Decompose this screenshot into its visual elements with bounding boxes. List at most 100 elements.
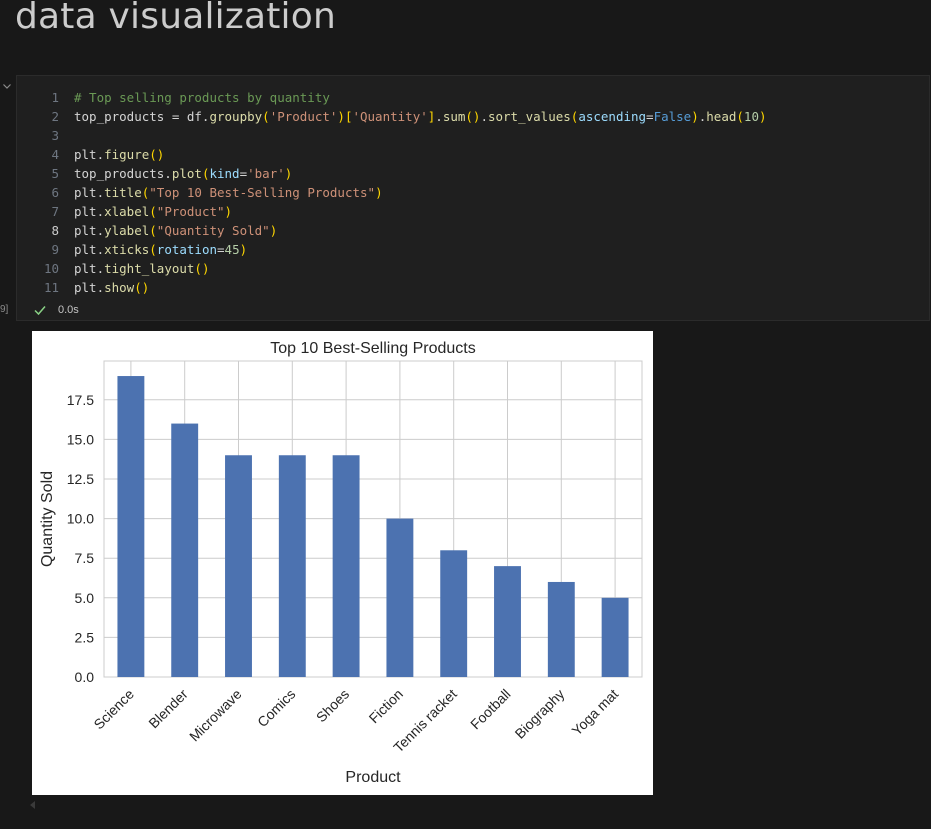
bar: [278, 455, 306, 677]
x-tick-label: Science: [90, 686, 137, 733]
line-number: 6: [51, 185, 59, 200]
code-token: plt.: [74, 261, 105, 276]
code-line[interactable]: 3: [17, 126, 929, 145]
code-line[interactable]: 7 plt.xlabel("Product"): [17, 202, 929, 221]
code-token: ): [375, 185, 383, 200]
code-token: .: [480, 109, 488, 124]
code-token: False: [653, 109, 692, 124]
bar: [117, 376, 145, 677]
bar: [332, 455, 360, 677]
x-tick-label: Biography: [512, 686, 568, 742]
code-token: (): [465, 109, 481, 124]
code-token: (: [736, 109, 744, 124]
x-tick-label: Fiction: [366, 686, 406, 726]
code-text: plt.title("Top 10 Best-Selling Products"…: [74, 183, 383, 202]
code-token: sort_values: [487, 109, 571, 124]
code-text: plt.figure(): [74, 145, 164, 164]
code-token: plt.: [74, 280, 105, 295]
code-token: (): [134, 280, 150, 295]
code-token: ): [284, 166, 293, 181]
code-token: (: [149, 223, 157, 238]
code-line[interactable]: 4 plt.figure(): [17, 145, 929, 164]
code-token: top_products = df.: [74, 109, 210, 124]
code-line[interactable]: 8 plt.ylabel("Quantity Sold"): [17, 221, 929, 240]
code-token: (: [149, 242, 157, 257]
code-line[interactable]: 5 top_products.plot(kind='bar'): [17, 164, 929, 183]
code-token: plt.: [74, 204, 105, 219]
code-token: (: [262, 109, 270, 124]
code-token: head: [706, 109, 737, 124]
code-token: xlabel: [104, 204, 150, 219]
bar: [601, 597, 629, 677]
code-line[interactable]: 6 plt.title("Top 10 Best-Selling Products…: [17, 183, 929, 202]
code-token: 'Product': [269, 109, 338, 124]
line-number: 9: [51, 242, 59, 257]
code-token: kind: [209, 166, 240, 181]
code-line[interactable]: 9 plt.xticks(rotation=45): [17, 240, 929, 259]
y-tick-label: 12.5: [67, 471, 94, 487]
code-text: # Top selling products by quantity: [74, 88, 330, 107]
code-token: ascending: [578, 109, 647, 124]
code-text: plt.xticks(rotation=45): [74, 240, 247, 259]
code-token: groupby: [209, 109, 263, 124]
line-number: 7: [51, 204, 59, 219]
code-token: ylabel: [104, 223, 150, 238]
code-token: ): [269, 223, 278, 238]
execution-time: 0.0s: [58, 304, 79, 316]
x-tick-label: Shoes: [313, 686, 352, 725]
triangle-left-icon[interactable]: [28, 800, 38, 810]
code-text: plt.show(): [74, 278, 149, 297]
code-line[interactable]: 2 top_products = df.groupby('Product')['Q…: [17, 107, 929, 126]
bar-chart: 0.0 2.5 5.0 7.5 10.0 12.5 15.0 17.5 Science Blend…: [39, 340, 643, 786]
code-cell-editor[interactable]: 1 # Top selling products by quantity 2 top_…: [16, 75, 930, 321]
code-token: 'Quantity': [352, 109, 428, 124]
execution-count: 9]: [0, 304, 9, 315]
check-icon: [34, 306, 46, 316]
markdown-heading: data visualization: [15, 0, 336, 37]
y-tick-label: 2.5: [75, 629, 95, 645]
x-tick-label: Football: [467, 686, 514, 733]
chevron-down-icon[interactable]: [1, 80, 13, 92]
code-token: sum: [442, 109, 466, 124]
code-text: top_products.plot(kind='bar'): [74, 164, 292, 183]
code-text: plt.xlabel("Product"): [74, 202, 232, 221]
x-tick-label: Comics: [254, 686, 298, 730]
code-token: (): [149, 147, 165, 162]
bar: [225, 455, 252, 677]
code-token: ): [758, 109, 767, 124]
y-tick-label: 7.5: [75, 550, 95, 566]
code-token: plt.: [74, 147, 105, 162]
code-text: top_products = df.groupby('Product')['Qu…: [74, 107, 767, 126]
code-token: "Top 10 Best-Selling Products": [149, 185, 376, 200]
x-tick-label: Blender: [145, 686, 191, 732]
code-token: =: [239, 166, 248, 181]
line-number: 5: [51, 166, 59, 181]
chart-output: 0.0 2.5 5.0 7.5 10.0 12.5 15.0 17.5 Science Blend…: [32, 331, 653, 795]
code-token: title: [104, 185, 142, 200]
line-number: 10: [43, 261, 59, 276]
code-token: 'bar': [247, 166, 285, 181]
code-line[interactable]: 11 plt.show(): [17, 278, 929, 297]
code-token: (: [149, 204, 157, 219]
line-number: 3: [51, 128, 59, 143]
bar: [494, 566, 521, 677]
notebook-view: data visualization 9] 1 # Top selling pro…: [0, 0, 931, 829]
y-tick-label: 17.5: [67, 392, 94, 408]
code-token: tight_layout: [104, 261, 195, 276]
code-line[interactable]: 1 # Top selling products by quantity: [17, 88, 929, 107]
line-number: 2: [51, 109, 59, 124]
code-token: =: [217, 242, 225, 257]
x-axis-label: Product: [345, 769, 401, 786]
code-token: 10: [743, 109, 759, 124]
y-tick-label: 5.0: [75, 590, 95, 606]
code-token: 45: [224, 242, 240, 257]
execution-status: 0.0s: [33, 302, 79, 318]
code-token: top_products.: [74, 166, 172, 181]
bar: [386, 518, 414, 677]
code-line[interactable]: 10 plt.tight_layout(): [17, 259, 929, 278]
code-token: plt.: [74, 185, 105, 200]
code-token: ): [224, 204, 233, 219]
bar: [440, 550, 468, 677]
y-tick-label: 15.0: [67, 431, 94, 447]
code-token: ): [239, 242, 248, 257]
